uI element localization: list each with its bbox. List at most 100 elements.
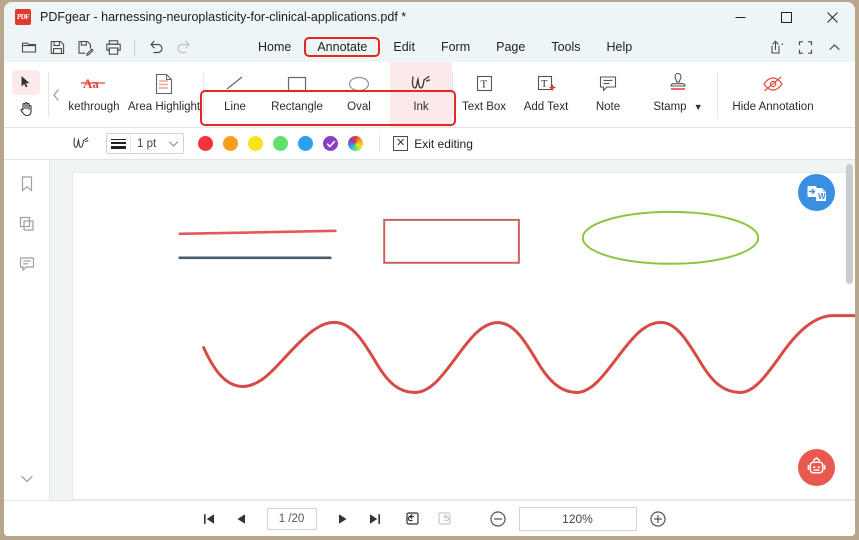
svg-text:T: T xyxy=(481,79,488,91)
area-highlight-icon xyxy=(154,70,174,98)
hide-annotation-tool[interactable]: Hide Annotation xyxy=(718,62,828,127)
line-thickness-value: 1 pt xyxy=(137,137,157,150)
eye-slash-icon xyxy=(760,70,786,98)
menu-item-home[interactable]: Home xyxy=(245,37,304,57)
document-viewer[interactable]: W xyxy=(50,160,855,500)
rotate-right-button[interactable] xyxy=(429,506,461,532)
color-swatch-blue[interactable] xyxy=(298,136,314,151)
menu-item-form[interactable]: Form xyxy=(428,37,483,57)
area-highlight-tool[interactable]: Area Highlight xyxy=(125,62,203,127)
zoom-in-button[interactable] xyxy=(649,510,667,528)
x-box-icon: ✕ xyxy=(393,136,409,151)
add-text-icon: T xyxy=(534,70,558,98)
application-window: PDF PDFgear - harnessing-neuroplasticity… xyxy=(4,2,855,536)
line-thickness-selector[interactable]: 1 pt xyxy=(106,133,185,154)
tool-strip: Aa kethrough Area Highlight Line Rectang… xyxy=(63,62,855,127)
printer-icon[interactable] xyxy=(100,35,126,59)
svg-text:W: W xyxy=(818,192,826,201)
maximize-icon[interactable] xyxy=(763,2,809,32)
window-title: PDFgear - harnessing-neuroplasticity-for… xyxy=(40,10,407,24)
hand-icon[interactable] xyxy=(12,97,40,122)
minimize-icon[interactable] xyxy=(717,2,763,32)
title-bar: PDF PDFgear - harnessing-neuroplasticity… xyxy=(4,2,855,32)
convert-to-word-button[interactable]: W xyxy=(798,174,835,211)
page-number-input[interactable]: 1 /20 xyxy=(266,507,317,530)
strikethrough-tool-label: kethrough xyxy=(68,101,120,113)
save-edit-icon[interactable] xyxy=(72,35,98,59)
color-swatch-green[interactable] xyxy=(273,136,289,151)
text-box-tool[interactable]: T Text Box xyxy=(453,62,515,127)
floppy-disk-icon[interactable] xyxy=(44,35,70,59)
menu-item-page[interactable]: Page xyxy=(483,37,538,57)
zoom-level-input[interactable]: 120% xyxy=(518,506,637,531)
comment-icon[interactable] xyxy=(12,249,42,279)
line-tool[interactable]: Line xyxy=(204,62,266,127)
menu-item-edit[interactable]: Edit xyxy=(380,37,428,57)
menu-bar: Home Annotate Edit Form Page Tools Help xyxy=(4,32,855,62)
ink-tool[interactable]: Ink xyxy=(390,62,452,127)
ink-pen-icon xyxy=(408,70,434,98)
line-weight-icon xyxy=(107,134,131,153)
folder-open-icon[interactable] xyxy=(16,35,42,59)
oval-tool-label: Oval xyxy=(347,101,371,113)
color-swatch-red[interactable] xyxy=(198,136,214,151)
chevron-left-icon[interactable] xyxy=(49,62,63,127)
cursor-arrow-icon[interactable] xyxy=(12,69,40,95)
add-text-tool[interactable]: T Add Text xyxy=(515,62,577,127)
pdf-page-1[interactable] xyxy=(72,172,855,500)
stamp-icon xyxy=(666,70,690,98)
oval-icon xyxy=(345,70,373,98)
bottom-toolbar: 1 /20 120% xyxy=(4,500,855,536)
divider xyxy=(134,39,135,55)
rectangle-tool-label: Rectangle xyxy=(271,101,323,113)
rectangle-tool[interactable]: Rectangle xyxy=(266,62,328,127)
last-page-button[interactable] xyxy=(359,506,391,532)
note-tool[interactable]: Note xyxy=(577,62,639,127)
color-swatch-yellow[interactable] xyxy=(248,136,264,151)
annotate-ribbon: Aa kethrough Area Highlight Line Rectang… xyxy=(4,62,855,128)
color-swatch-orange[interactable] xyxy=(223,136,239,151)
note-comment-icon xyxy=(597,70,619,98)
next-page-button[interactable] xyxy=(327,506,359,532)
expand-panel-button[interactable] xyxy=(19,472,35,490)
close-icon[interactable] xyxy=(809,2,855,32)
area-highlight-tool-label: Area Highlight xyxy=(127,101,201,113)
bookmark-icon[interactable] xyxy=(12,169,42,199)
stamp-tool[interactable]: Stamp ▼ xyxy=(639,62,717,127)
rectangle-icon xyxy=(284,70,310,98)
strikethrough-tool[interactable]: Aa kethrough xyxy=(63,62,125,127)
color-swatches xyxy=(198,136,364,151)
zoom-out-button[interactable] xyxy=(489,510,507,528)
chevron-down-icon[interactable] xyxy=(163,140,183,148)
undo-arrow-icon[interactable] xyxy=(143,35,169,59)
menu-item-help[interactable]: Help xyxy=(594,37,646,57)
exit-editing-label: Exit editing xyxy=(414,136,473,151)
main-menu: Home Annotate Edit Form Page Tools Help xyxy=(245,37,645,57)
text-box-tool-label: Text Box xyxy=(461,101,507,113)
color-swatch-purple[interactable] xyxy=(323,136,339,151)
share-upload-icon[interactable] xyxy=(763,35,789,59)
expand-icon[interactable] xyxy=(792,35,818,59)
divider xyxy=(379,135,381,152)
ai-assistant-button[interactable] xyxy=(798,449,835,486)
rotate-left-button[interactable] xyxy=(397,506,429,532)
menu-item-annotate[interactable]: Annotate xyxy=(304,37,381,57)
strikethrough-Aa-icon: Aa xyxy=(79,70,109,98)
zoom-controls: 120% xyxy=(489,506,667,531)
side-panel-rail xyxy=(4,160,50,500)
menu-item-tools[interactable]: Tools xyxy=(538,37,593,57)
vertical-scrollbar[interactable] xyxy=(846,164,853,284)
svg-text:T: T xyxy=(541,79,548,90)
window-controls xyxy=(717,2,855,32)
exit-editing-button[interactable]: ✕ Exit editing xyxy=(393,136,473,151)
chevron-up-icon[interactable] xyxy=(821,35,847,59)
redo-arrow-icon[interactable] xyxy=(171,35,197,59)
chevron-down-icon[interactable]: ▼ xyxy=(694,102,703,112)
pages-copy-icon[interactable] xyxy=(12,209,42,239)
custom-color-swatch[interactable] xyxy=(348,136,364,151)
previous-page-button[interactable] xyxy=(225,506,257,532)
oval-tool[interactable]: Oval xyxy=(328,62,390,127)
page-navigation: 1 /20 xyxy=(193,506,461,532)
line-icon xyxy=(223,70,247,98)
first-page-button[interactable] xyxy=(193,506,225,532)
